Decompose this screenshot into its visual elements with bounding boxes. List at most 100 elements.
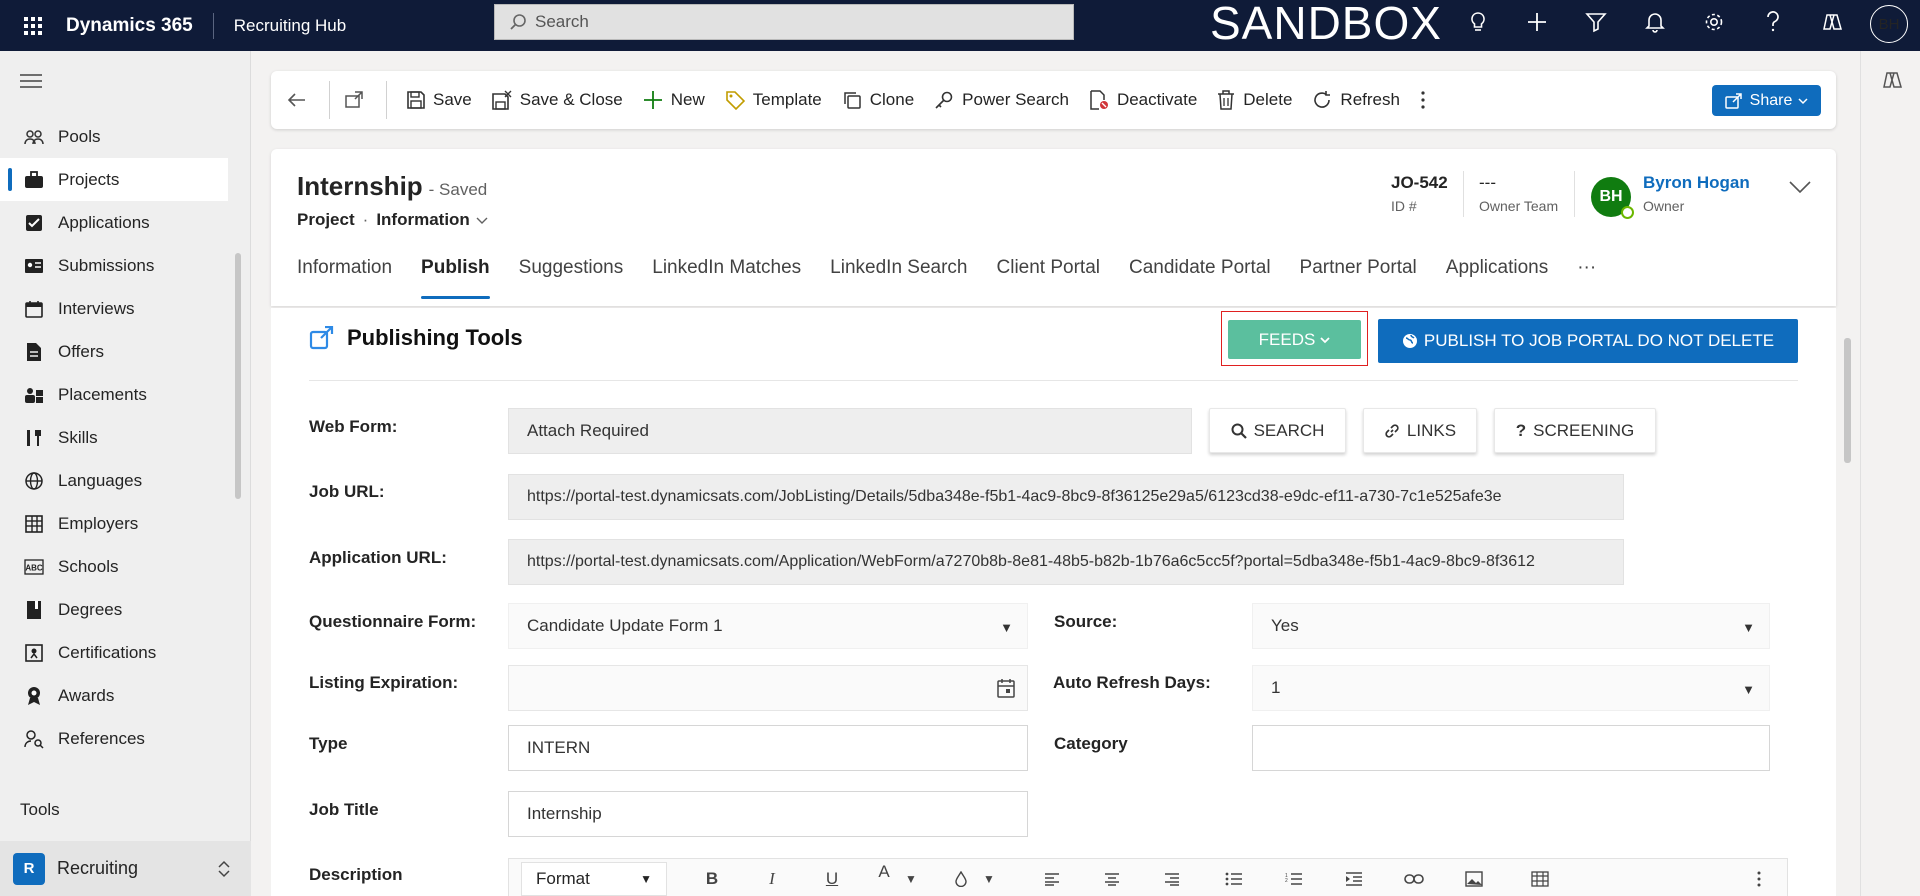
align-center-icon[interactable]	[1099, 862, 1125, 896]
open-new-window-button[interactable]	[334, 80, 382, 120]
sidebar-item-offers[interactable]: Offers	[0, 330, 228, 373]
tab-linkedin-search[interactable]: LinkedIn Search	[830, 253, 967, 303]
main-scrollbar[interactable]	[1844, 338, 1851, 463]
tab-candidate-portal[interactable]: Candidate Portal	[1129, 253, 1271, 303]
share-button[interactable]: Share	[1712, 85, 1821, 116]
area-name[interactable]: Recruiting Hub	[214, 16, 346, 36]
sidebar-item-languages[interactable]: Languages	[0, 459, 228, 502]
deactivate-button[interactable]: Deactivate	[1079, 80, 1207, 120]
template-button[interactable]: Template	[715, 80, 832, 120]
divider	[1574, 171, 1575, 217]
delete-button[interactable]: Delete	[1207, 80, 1302, 120]
app-launcher-button[interactable]	[0, 0, 66, 51]
job-url-field[interactable]: https://portal-test.dynamicsats.com/JobL…	[508, 474, 1624, 520]
sidebar-scrollbar[interactable]	[235, 253, 241, 499]
font-color-button[interactable]: A	[869, 862, 899, 896]
copilot-icon[interactable]	[1802, 0, 1861, 44]
divider	[1463, 171, 1464, 217]
more-commands-button[interactable]	[1410, 80, 1444, 120]
publish-to-job-portal-button[interactable]: PUBLISH TO JOB PORTAL DO NOT DELETE	[1378, 319, 1798, 363]
owner-avatar[interactable]: BH	[1591, 177, 1634, 219]
new-button[interactable]: New	[633, 80, 715, 120]
sidebar-item-applications[interactable]: Applications	[0, 201, 228, 244]
lightbulb-icon[interactable]	[1448, 0, 1507, 44]
bell-icon[interactable]	[1625, 0, 1684, 44]
tab-publish[interactable]: Publish	[421, 253, 490, 303]
calendar-icon[interactable]	[997, 678, 1015, 703]
search-button[interactable]: SEARCH	[1209, 408, 1346, 453]
source-select[interactable]: Yes ▼	[1252, 603, 1770, 649]
sidebar-item-employers[interactable]: Employers	[0, 502, 228, 545]
application-url-field[interactable]: https://portal-test.dynamicsats.com/Appl…	[508, 539, 1624, 585]
sidebar-item-pools[interactable]: Pools	[0, 115, 228, 158]
plus-icon[interactable]	[1507, 0, 1566, 44]
app-name[interactable]: Dynamics 365	[66, 12, 214, 39]
highlight-color-icon[interactable]	[946, 862, 976, 896]
back-button[interactable]	[277, 80, 325, 120]
tab-suggestions[interactable]: Suggestions	[519, 253, 624, 303]
sidebar-item-interviews[interactable]: Interviews	[0, 287, 228, 330]
area-switcher[interactable]: R Recruiting	[0, 841, 251, 896]
sidebar-item-awards[interactable]: Awards	[0, 674, 228, 717]
sidebar-item-schools[interactable]: ABC Schools	[0, 545, 228, 588]
type-input[interactable]: INTERN	[508, 725, 1028, 771]
align-left-icon[interactable]	[1039, 862, 1065, 896]
tab-applications[interactable]: Applications	[1446, 253, 1548, 303]
tab-more[interactable]: ···	[1577, 253, 1596, 303]
sidebar-item-submissions[interactable]: Submissions	[0, 244, 228, 287]
sidebar-item-degrees[interactable]: Degrees	[0, 588, 228, 631]
bullet-list-icon[interactable]	[1221, 862, 1247, 896]
bold-button[interactable]: B	[697, 862, 727, 896]
tab-information[interactable]: Information	[297, 253, 392, 303]
global-search-input[interactable]: Search	[494, 4, 1074, 40]
category-input[interactable]	[1252, 725, 1770, 771]
tab-client-portal[interactable]: Client Portal	[997, 253, 1101, 303]
questionnaire-form-select[interactable]: Candidate Update Form 1 ▼	[508, 603, 1028, 649]
save-close-button[interactable]: Save & Close	[482, 80, 633, 120]
filter-icon[interactable]	[1566, 0, 1625, 44]
feeds-button[interactable]: FEEDS	[1228, 320, 1361, 359]
sidebar-item-skills[interactable]: Skills	[0, 416, 228, 459]
clone-button[interactable]: Clone	[832, 80, 924, 120]
right-rail	[1860, 51, 1920, 896]
format-dropdown[interactable]: Format ▼	[521, 861, 667, 896]
owner-link[interactable]: Byron Hogan	[1643, 173, 1750, 193]
numbered-list-icon[interactable]: 12	[1281, 862, 1307, 896]
link-icon[interactable]	[1401, 862, 1427, 896]
power-search-button[interactable]: Power Search	[924, 80, 1079, 120]
caret-down-icon[interactable]: ▼	[901, 862, 921, 896]
listing-expiration-date-input[interactable]	[508, 665, 1028, 711]
refresh-button[interactable]: Refresh	[1302, 80, 1410, 120]
hamburger-icon[interactable]	[20, 73, 42, 94]
tab-partner-portal[interactable]: Partner Portal	[1300, 253, 1417, 303]
caret-down-icon[interactable]: ▼	[979, 862, 999, 896]
sidebar-item-projects[interactable]: Projects	[0, 158, 228, 201]
type-label: Type	[309, 734, 348, 753]
links-button[interactable]: LINKS	[1363, 408, 1477, 453]
align-right-icon[interactable]	[1159, 862, 1185, 896]
tab-linkedin-matches[interactable]: LinkedIn Matches	[652, 253, 801, 303]
job-title-input[interactable]: Internship	[508, 791, 1028, 837]
chevron-down-icon	[1789, 181, 1811, 194]
gear-icon[interactable]	[1684, 0, 1743, 44]
italic-button[interactable]: I	[757, 862, 787, 896]
save-button[interactable]: Save	[397, 80, 482, 120]
sidebar-item-references[interactable]: References	[0, 717, 228, 760]
form-selector[interactable]: Information	[376, 210, 488, 230]
web-form-field[interactable]: Attach Required	[508, 408, 1192, 454]
globe-icon	[1402, 334, 1417, 348]
table-icon[interactable]	[1527, 862, 1553, 896]
user-avatar[interactable]: BH	[1870, 5, 1908, 43]
auto-refresh-days-select[interactable]: 1 ▼	[1252, 665, 1770, 711]
copilot-icon[interactable]	[1881, 69, 1903, 96]
category-label: Category	[1054, 734, 1128, 753]
expand-header-button[interactable]	[1789, 179, 1811, 199]
indent-icon[interactable]	[1341, 862, 1367, 896]
screening-button[interactable]: ? SCREENING	[1494, 408, 1656, 453]
image-icon[interactable]	[1461, 862, 1487, 896]
underline-button[interactable]: U	[817, 862, 847, 896]
help-icon[interactable]	[1743, 0, 1802, 44]
sidebar-item-certifications[interactable]: Certifications	[0, 631, 228, 674]
sidebar-item-placements[interactable]: Placements	[0, 373, 228, 416]
more-vertical-icon[interactable]	[1749, 862, 1769, 896]
